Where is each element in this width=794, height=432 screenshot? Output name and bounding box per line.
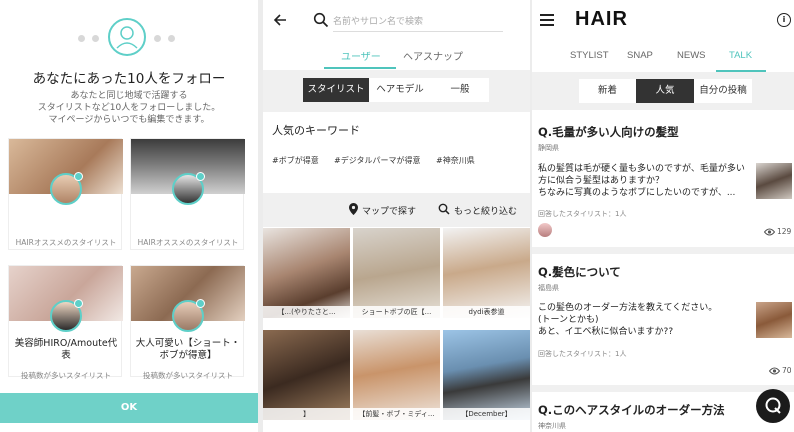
- question-body: この髪色のオーダー方法を教えてください。 (トーンとかも) あと、イエベ秋に似合…: [538, 303, 718, 337]
- eye-icon: [764, 228, 775, 236]
- keyword-tag[interactable]: #デジタルパーマが得意: [334, 155, 421, 166]
- stylist-photo[interactable]: ショートボブの匠【...: [353, 228, 440, 318]
- stylist-name: 美容師HIRO/Amoute代表: [14, 338, 118, 361]
- search-header: 名前やサロン名で検索 ユーザー ヘアスナップ: [263, 0, 530, 70]
- tab-news[interactable]: NEWS: [677, 50, 706, 61]
- person-icon: [108, 18, 146, 56]
- stylist-label: 】: [263, 408, 350, 420]
- card-subtitle: HAIRオススメのスタイリスト: [15, 238, 117, 247]
- avatar: [172, 299, 205, 332]
- check-icon: [196, 172, 205, 181]
- list-separator: [532, 385, 794, 392]
- stylist-photo[interactable]: 】: [263, 330, 350, 420]
- dot-decoration: [154, 35, 161, 42]
- tab-hair-snap[interactable]: ヘアスナップ: [403, 48, 463, 63]
- card-subtitle: 投稿数が多いスタイリスト: [143, 371, 233, 380]
- app-logo: HAIR: [575, 8, 628, 30]
- view-count: 70: [782, 366, 792, 375]
- eye-icon: [769, 367, 780, 375]
- stylist-label: ショートボブの匠【...: [353, 306, 440, 318]
- page-title: あなたにあった10人をフォロー: [32, 71, 226, 87]
- question-title[interactable]: Q.このヘアスタイルのオーダー方法: [538, 402, 725, 418]
- check-icon: [74, 172, 83, 181]
- keywords-title: 人気のキーワード: [272, 124, 360, 137]
- stylist-photo[interactable]: dydi表参道: [443, 228, 530, 318]
- info-icon[interactable]: i: [777, 13, 791, 27]
- map-pin-icon: [349, 203, 358, 215]
- list-separator: [532, 247, 794, 254]
- stylist-label: 【前髪・ボブ・ミディ...: [353, 408, 440, 420]
- ok-button[interactable]: OK: [0, 393, 258, 423]
- active-tab-indicator: [324, 67, 396, 69]
- dot-decoration: [168, 35, 175, 42]
- question-location: 静岡県: [538, 144, 559, 152]
- stylist-photo[interactable]: 【前髪・ボブ・ミディ...: [353, 330, 440, 420]
- stylist-name: 大人可愛い【ショート・ボブが得意】: [135, 338, 241, 361]
- segment-general[interactable]: 一般: [431, 78, 489, 102]
- answered-count: 回答したスタイリスト：1人: [538, 350, 627, 358]
- search-icon: [438, 203, 450, 215]
- dot-decoration: [78, 35, 85, 42]
- question-location: 福島県: [538, 284, 559, 292]
- search-input[interactable]: 名前やサロン名で検索: [333, 14, 423, 27]
- follow-onboarding-panel: あなたにあった10人をフォロー あなたと同じ地域で活躍する スタイリストなど10…: [0, 0, 258, 432]
- tab-users[interactable]: ユーザー: [341, 48, 381, 63]
- segment-hair-model[interactable]: ヘアモデル: [369, 78, 431, 102]
- avatar: [172, 172, 205, 205]
- tab-stylist[interactable]: STYLIST: [570, 50, 609, 61]
- stylist-card[interactable]: HAIRオススメのスタイリスト: [130, 138, 245, 250]
- map-search-link[interactable]: マップで探す: [362, 204, 416, 217]
- avatar: [50, 299, 83, 332]
- follow-illustration: [78, 18, 178, 58]
- search-underline: [333, 31, 503, 32]
- page-description: あなたと同じ地域で活躍する スタイリストなど10人をフォローしました。 マイペー…: [37, 91, 221, 125]
- question-title[interactable]: Q.毛量が多い人向けの髪型: [538, 124, 679, 140]
- talk-panel: HAIR i STYLIST SNAP NEWS TALK 新着 人気 自分の投…: [532, 0, 794, 432]
- card-subtitle: 投稿数が多いスタイリスト: [21, 371, 111, 380]
- stylist-label: 【December】: [443, 408, 530, 420]
- tab-snap[interactable]: SNAP: [627, 50, 653, 61]
- search-panel: 名前やサロン名で検索 ユーザー ヘアスナップ スタイリスト ヘアモデル 一般 人…: [263, 0, 530, 432]
- view-count: 129: [777, 227, 792, 236]
- check-icon: [74, 299, 83, 308]
- question-title[interactable]: Q.髪色について: [538, 264, 621, 280]
- question-location: 神奈川県: [538, 422, 566, 430]
- stylist-card[interactable]: HAIRオススメのスタイリスト: [8, 138, 123, 250]
- segment-new[interactable]: 新着: [579, 79, 636, 103]
- question-body: 私の髪質は毛が硬く量も多いのですが、毛量が多い方に似合う髪型はありますか？ ちな…: [538, 164, 745, 198]
- answered-count: 回答したスタイリスト：1人: [538, 210, 627, 218]
- stylist-card[interactable]: 美容師HIRO/Amoute代表 投稿数が多いスタイリスト: [8, 265, 123, 380]
- avatar: [50, 172, 83, 205]
- segment-popular[interactable]: 人気: [636, 79, 694, 103]
- tab-talk[interactable]: TALK: [729, 50, 752, 61]
- stylist-label: dydi表参道: [443, 306, 530, 318]
- q-icon: [765, 397, 781, 414]
- stylist-label: 【...(やりたさと...: [263, 306, 350, 318]
- stylist-photo[interactable]: 【December】: [443, 330, 530, 420]
- check-icon: [196, 299, 205, 308]
- segment-stylist[interactable]: スタイリスト: [303, 78, 369, 102]
- card-subtitle: HAIRオススメのスタイリスト: [137, 238, 239, 247]
- dot-decoration: [92, 35, 99, 42]
- question-thumbnail[interactable]: [756, 302, 792, 338]
- back-arrow-icon[interactable]: [272, 12, 288, 28]
- keyword-tag[interactable]: #神奈川県: [436, 155, 475, 166]
- segment-my-posts[interactable]: 自分の投稿: [694, 79, 752, 103]
- stylist-photo[interactable]: 【...(やりたさと...: [263, 228, 350, 318]
- hamburger-menu-icon[interactable]: [540, 14, 554, 26]
- stylist-card[interactable]: 大人可愛い【ショート・ボブが得意】 投稿数が多いスタイリスト: [130, 265, 245, 380]
- keyword-tag[interactable]: #ボブが得意: [272, 155, 319, 166]
- ask-question-button[interactable]: [756, 389, 790, 423]
- search-icon: [313, 12, 329, 28]
- avatar: [538, 223, 552, 237]
- question-thumbnail[interactable]: [756, 163, 792, 199]
- refine-filter-link[interactable]: もっと絞り込む: [454, 204, 517, 217]
